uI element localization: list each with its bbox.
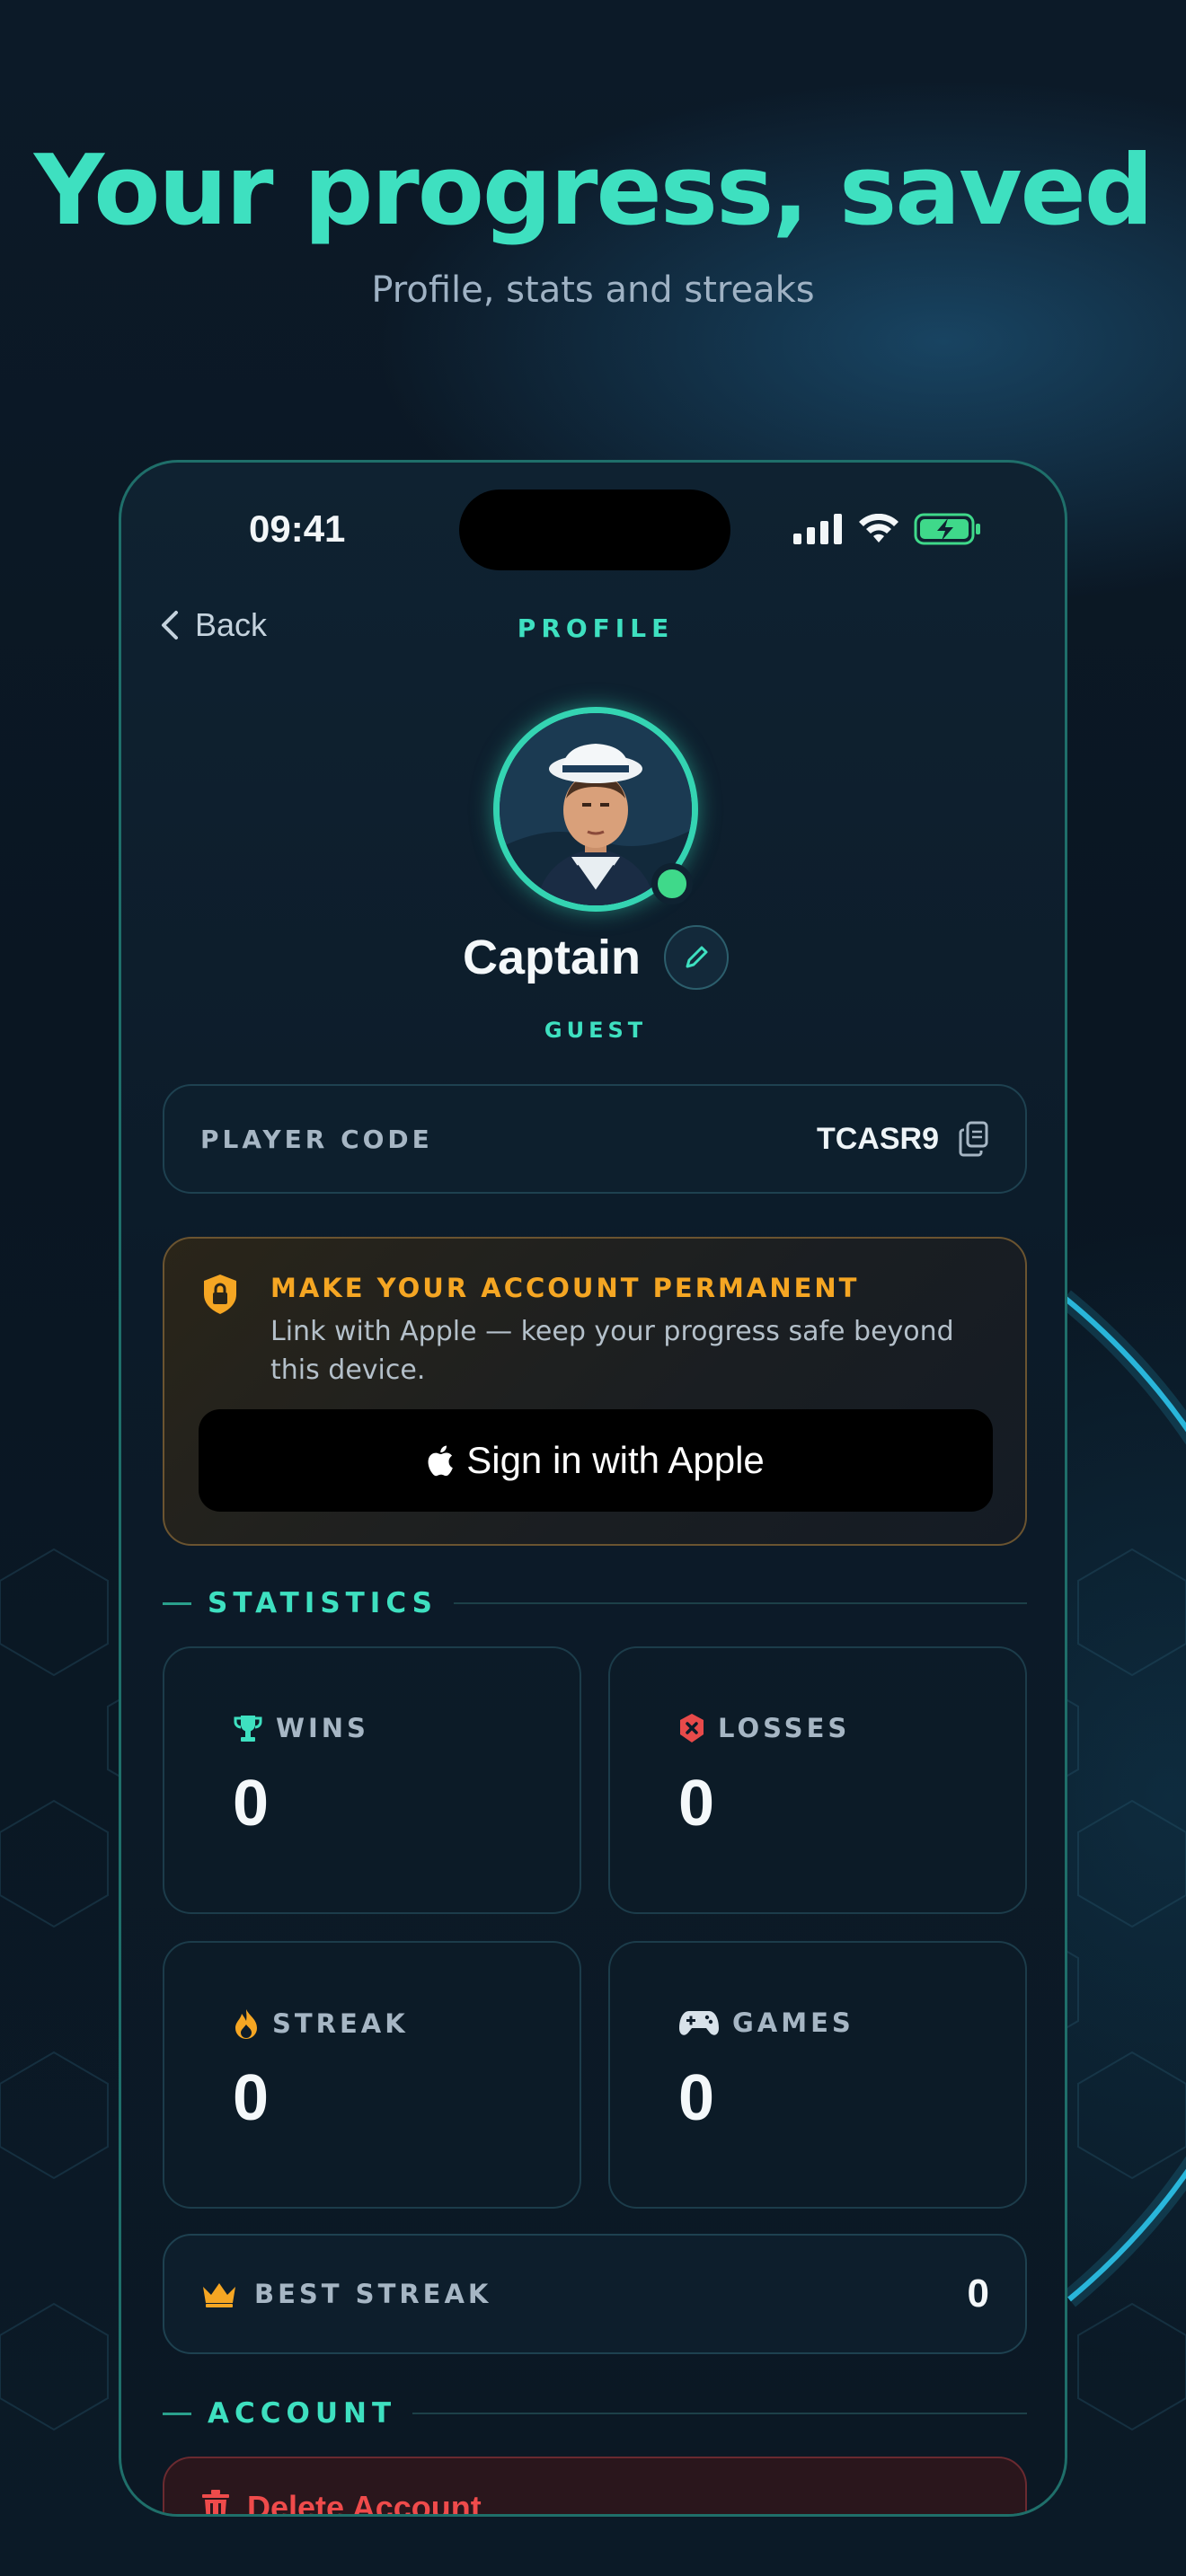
stat-label: WINS — [276, 1713, 369, 1743]
statistics-section-label: STATISTICS — [208, 1587, 438, 1619]
section-divider — [412, 2413, 1027, 2414]
player-code-value: TCASR9 — [816, 1121, 939, 1156]
stat-value: 0 — [678, 2062, 715, 2134]
stat-label: STREAK — [272, 2008, 409, 2039]
stat-card-games: GAMES 0 — [608, 1941, 1027, 2209]
online-status-dot — [651, 863, 693, 904]
status-time: 09:41 — [249, 507, 346, 550]
stat-head: STREAK — [233, 2007, 409, 2040]
signal-icon — [793, 514, 842, 544]
account-section-label: ACCOUNT — [208, 2397, 397, 2430]
best-streak-label: BEST STREAK — [254, 2279, 492, 2309]
copy-icon[interactable] — [959, 1121, 989, 1157]
stat-head: LOSSES — [678, 1713, 850, 1743]
player-name: Captain — [462, 931, 642, 984]
pencil-icon — [686, 946, 708, 968]
marketing-headline: Your progress, saved — [33, 135, 1154, 247]
stat-label: GAMES — [732, 2007, 854, 2038]
permanent-account-text: Link with Apple — keep your progress saf… — [270, 1316, 954, 1386]
player-code-card: PLAYER CODE TCASR9 — [163, 1084, 1027, 1194]
lock-shield-icon — [204, 1275, 236, 1314]
stat-value: 0 — [233, 1768, 270, 1839]
phone-frame: 09:41 Back PROFILE Captain GUEST PLAYER … — [119, 460, 1067, 2517]
name-row: Captain — [121, 925, 1065, 990]
apple-logo-icon — [428, 1445, 454, 1477]
delete-account-button[interactable]: Delete Account — [163, 2457, 1027, 2517]
best-streak-value: 0 — [967, 2272, 989, 2316]
account-section-header: ACCOUNT — [163, 2397, 1027, 2430]
account-status-label: GUEST — [544, 1018, 648, 1043]
stat-card-losses: LOSSES 0 — [608, 1646, 1027, 1914]
best-streak-card: BEST STREAK 0 — [163, 2234, 1027, 2354]
section-dash — [163, 2412, 191, 2415]
edit-name-button[interactable] — [664, 925, 730, 990]
gamepad-icon — [679, 2011, 719, 2035]
statistics-section-header: STATISTICS — [163, 1587, 1027, 1619]
section-dash — [163, 1601, 191, 1605]
stat-label: LOSSES — [718, 1713, 851, 1743]
sign-in-with-apple-label: Sign in with Apple — [466, 1439, 765, 1481]
trash-icon — [202, 2490, 229, 2514]
marketing-subhead: Profile, stats and streaks — [371, 269, 815, 311]
stat-card-wins: WINS 0 — [163, 1646, 581, 1914]
status-icons — [793, 511, 1000, 547]
stat-head: GAMES — [678, 2007, 854, 2038]
crown-icon — [203, 2283, 235, 2307]
stat-value: 0 — [678, 1768, 715, 1839]
x-shield-icon — [680, 1714, 704, 1742]
battery-charging-icon — [914, 513, 980, 545]
best-streak-left: BEST STREAK — [200, 2279, 491, 2309]
delete-account-label: Delete Account — [247, 2489, 482, 2517]
dynamic-island — [459, 490, 730, 570]
avatar[interactable] — [493, 707, 698, 912]
stat-card-streak: STREAK 0 — [163, 1941, 581, 2209]
sign-in-with-apple-button[interactable]: Sign in with Apple — [199, 1409, 993, 1512]
stat-value: 0 — [233, 2062, 270, 2134]
flame-icon — [235, 2009, 257, 2039]
trophy-icon — [234, 1716, 262, 1742]
player-code-label: PLAYER CODE — [200, 1124, 433, 1154]
section-divider — [454, 1602, 1027, 1604]
wifi-icon — [859, 514, 898, 543]
permanent-account-card: MAKE YOUR ACCOUNT PERMANENT Link with Ap… — [163, 1237, 1027, 1546]
page-title: PROFILE — [517, 613, 675, 643]
permanent-account-title: MAKE YOUR ACCOUNT PERMANENT — [270, 1273, 860, 1303]
stat-head: WINS — [233, 1713, 369, 1743]
player-code-value-group: TCASR9 — [817, 1121, 989, 1157]
